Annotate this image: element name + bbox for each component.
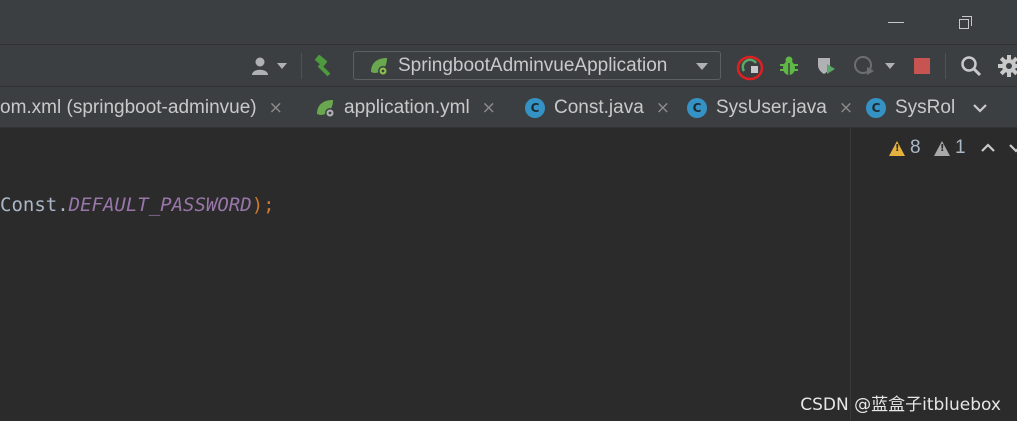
editor-right-panel bbox=[851, 128, 1017, 421]
minimize-button[interactable] bbox=[873, 0, 919, 44]
editor-tabs: om.xml (springboot-adminvue) × applicati… bbox=[0, 86, 1017, 128]
rerun-icon bbox=[736, 55, 764, 81]
run-with-coverage-button[interactable] bbox=[810, 45, 842, 87]
debug-bug-icon bbox=[780, 56, 798, 75]
java-class-icon: C bbox=[866, 97, 886, 118]
tab-label: om.xml (springboot-adminvue) bbox=[0, 96, 257, 118]
build-hammer-icon bbox=[315, 54, 331, 77]
debug-button[interactable] bbox=[773, 45, 805, 87]
tab-label: Const.java bbox=[554, 96, 644, 118]
profiler-button[interactable] bbox=[846, 45, 902, 87]
weak-warnings-indicator[interactable]: ! 1 bbox=[934, 136, 966, 160]
chevron-down-icon bbox=[277, 63, 287, 69]
show-hidden-tabs-button[interactable] bbox=[968, 87, 992, 128]
code-line[interactable]: Const.DEFAULT_PASSWORD); bbox=[0, 194, 275, 216]
close-icon[interactable]: × bbox=[269, 98, 283, 118]
tab-label: application.yml bbox=[344, 96, 470, 118]
run-configuration-select[interactable]: SpringbootAdminvueApplication bbox=[353, 51, 721, 80]
spring-boot-icon bbox=[371, 57, 388, 76]
main-toolbar: SpringbootAdminvueApplication bbox=[0, 44, 1017, 86]
rerun-button[interactable] bbox=[732, 45, 768, 87]
warning-icon: ! bbox=[889, 140, 905, 156]
coverage-icon bbox=[818, 58, 835, 74]
restore-icon bbox=[958, 15, 972, 29]
chevron-up-icon bbox=[981, 143, 995, 152]
warnings-count: 8 bbox=[910, 137, 921, 158]
spring-boot-icon bbox=[317, 99, 335, 118]
previous-highlight-button[interactable] bbox=[980, 136, 996, 160]
code-editor[interactable]: Const.DEFAULT_PASSWORD); bbox=[0, 128, 850, 421]
tab-application-yml[interactable]: application.yml × bbox=[315, 87, 496, 128]
settings-button[interactable] bbox=[994, 45, 1017, 87]
close-icon[interactable]: × bbox=[839, 98, 853, 118]
tab-label: SysRol bbox=[895, 96, 956, 118]
minimize-icon bbox=[888, 21, 904, 23]
next-highlight-button[interactable] bbox=[1008, 136, 1017, 160]
chevron-down-icon bbox=[696, 63, 708, 70]
settings-gear-icon bbox=[998, 55, 1017, 77]
weak-warnings-count: 1 bbox=[955, 137, 966, 158]
search-icon bbox=[961, 56, 982, 77]
tab-sysuser-java[interactable]: C SysUser.java × bbox=[687, 87, 853, 128]
tab-sysrole-java[interactable]: C SysRol bbox=[866, 87, 956, 128]
code-token-paren: ) bbox=[251, 194, 264, 216]
code-token-dot: . bbox=[57, 194, 69, 216]
java-class-icon: C bbox=[525, 97, 545, 118]
search-everywhere-button[interactable] bbox=[954, 45, 988, 87]
tab-const-java[interactable]: C Const.java × bbox=[525, 87, 670, 128]
restore-button[interactable] bbox=[942, 0, 988, 44]
tab-pom-xml[interactable]: om.xml (springboot-adminvue) × bbox=[0, 87, 283, 128]
warnings-indicator[interactable]: ! 8 bbox=[889, 136, 921, 160]
user-icon bbox=[252, 57, 268, 75]
close-icon[interactable]: × bbox=[656, 98, 670, 118]
title-bar bbox=[0, 0, 1017, 44]
code-token-class: Const bbox=[0, 194, 58, 216]
stop-button[interactable] bbox=[907, 45, 937, 87]
run-configuration-name: SpringbootAdminvueApplication bbox=[398, 54, 668, 76]
code-token-constant: DEFAULT_PASSWORD bbox=[68, 194, 252, 216]
vcs-user-button[interactable] bbox=[246, 45, 292, 87]
build-button[interactable] bbox=[308, 45, 340, 87]
watermark: CSDN @蓝盒子itbluebox bbox=[800, 395, 1001, 415]
profiler-icon bbox=[854, 56, 874, 75]
tab-label: SysUser.java bbox=[716, 96, 827, 118]
close-icon[interactable]: × bbox=[482, 98, 496, 118]
java-class-icon: C bbox=[687, 97, 707, 118]
weak-warning-icon: ! bbox=[934, 140, 950, 156]
stop-icon bbox=[914, 58, 930, 74]
chevron-down-icon bbox=[885, 63, 895, 69]
chevron-down-icon bbox=[1009, 144, 1017, 153]
chevron-down-icon bbox=[973, 103, 987, 113]
code-token-semicolon: ; bbox=[263, 194, 275, 216]
